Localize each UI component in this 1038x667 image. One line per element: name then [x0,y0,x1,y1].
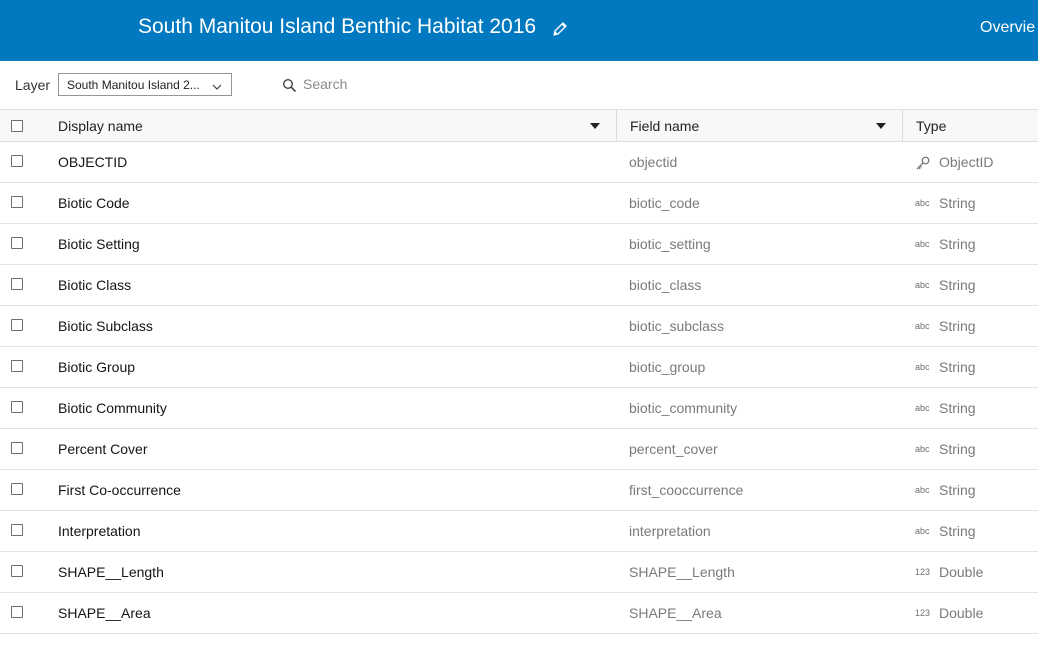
table-row[interactable]: Interpretation interpretation abc String [0,511,1038,552]
string-type-icon: abc [915,362,930,372]
string-type-icon: abc [915,444,930,454]
row-checkbox[interactable] [11,483,23,495]
field-name-cell: biotic_group [629,359,706,375]
display-name-cell[interactable]: Biotic Setting [58,224,140,264]
type-cell: String [939,441,976,457]
table-header: Display name Field name Type [0,109,1038,142]
toolbar: Layer South Manitou Island 2... [0,61,1038,109]
string-type-icon: abc [915,280,930,290]
select-all-checkbox[interactable] [11,120,23,132]
field-name-cell: objectid [629,154,678,170]
display-name-cell[interactable]: OBJECTID [58,142,127,182]
type-cell: String [939,400,976,416]
string-type-icon: abc [915,321,930,331]
layer-label: Layer [15,77,51,93]
fields-table: Display name Field name Type OBJECTID obj… [0,109,1038,634]
row-checkbox[interactable] [11,565,23,577]
table-row[interactable]: Biotic Subclass biotic_subclass abc String [0,306,1038,347]
type-cell: String [939,523,976,539]
number-type-icon: 123 [915,608,931,618]
type-cell: String [939,318,976,334]
display-name-cell[interactable]: Biotic Class [58,265,131,305]
column-divider [616,110,617,142]
field-name-cell: interpretation [629,523,711,539]
table-row[interactable]: SHAPE__Length SHAPE__Length 123 Double [0,552,1038,593]
display-name-cell[interactable]: Biotic Group [58,347,135,387]
row-checkbox[interactable] [11,401,23,413]
string-type-icon: abc [915,198,930,208]
type-cell: String [939,195,976,211]
row-checkbox[interactable] [11,442,23,454]
row-checkbox[interactable] [11,524,23,536]
layer-select[interactable]: South Manitou Island 2... [58,73,232,96]
string-type-icon: abc [915,485,930,495]
row-checkbox[interactable] [11,360,23,372]
chevron-down-icon [212,79,222,90]
table-row[interactable]: Biotic Class biotic_class abc String [0,265,1038,306]
row-checkbox[interactable] [11,606,23,618]
display-name-cell[interactable]: Interpretation [58,511,141,551]
header-type[interactable]: Type [916,110,946,142]
sort-field-name-icon[interactable] [876,123,886,129]
display-name-cell[interactable]: Biotic Community [58,388,167,428]
type-cell: ObjectID [939,154,994,170]
page-title: South Manitou Island Benthic Habitat 201… [138,15,537,38]
string-type-icon: abc [915,239,930,249]
type-cell: Double [939,605,984,621]
type-cell: String [939,277,976,293]
app-header: South Manitou Island Benthic Habitat 201… [0,0,1038,61]
search-input[interactable] [303,72,603,96]
display-name-cell[interactable]: SHAPE__Area [58,593,151,633]
table-row[interactable]: Biotic Code biotic_code abc String [0,183,1038,224]
nav-overview[interactable]: Overvie [980,19,1035,37]
table-row[interactable]: Percent Cover percent_cover abc String [0,429,1038,470]
display-name-cell[interactable]: Biotic Subclass [58,306,153,346]
display-name-cell[interactable]: SHAPE__Length [58,552,164,592]
table-row[interactable]: Biotic Group biotic_group abc String [0,347,1038,388]
field-name-cell: biotic_class [629,277,702,293]
column-divider [902,110,903,142]
field-name-cell: biotic_setting [629,236,711,252]
field-name-cell: first_cooccurrence [629,482,744,498]
row-checkbox[interactable] [11,319,23,331]
field-name-cell: SHAPE__Length [629,564,735,580]
table-row[interactable]: Biotic Community biotic_community abc Strin… [0,388,1038,429]
header-field-name[interactable]: Field name [630,110,699,142]
number-type-icon: 123 [915,567,931,577]
header-display-name[interactable]: Display name [58,110,143,142]
row-checkbox[interactable] [11,155,23,167]
type-cell: String [939,359,976,375]
pencil-icon[interactable] [551,20,569,38]
field-name-cell: SHAPE__Area [629,605,722,621]
type-cell: Double [939,564,984,580]
table-row[interactable]: Biotic Setting biotic_setting abc String [0,224,1038,265]
string-type-icon: abc [915,526,930,536]
table-body: OBJECTID objectid ObjectID Biotic Code bioti… [0,142,1038,634]
type-cell: String [939,482,976,498]
field-name-cell: biotic_subclass [629,318,724,334]
sort-display-name-icon[interactable] [590,123,600,129]
field-name-cell: biotic_code [629,195,700,211]
table-row[interactable]: SHAPE__Area SHAPE__Area 123 Double [0,593,1038,634]
row-checkbox[interactable] [11,278,23,290]
row-checkbox[interactable] [11,237,23,249]
display-name-cell[interactable]: First Co-occurrence [58,470,181,510]
display-name-cell[interactable]: Biotic Code [58,183,130,223]
string-type-icon: abc [915,403,930,413]
layer-select-value: South Manitou Island 2... [67,78,200,92]
row-checkbox[interactable] [11,196,23,208]
field-name-cell: biotic_community [629,400,738,416]
key-icon [915,155,931,171]
search-icon [282,78,297,93]
display-name-cell[interactable]: Percent Cover [58,429,147,469]
table-row[interactable]: OBJECTID objectid ObjectID [0,142,1038,183]
table-row[interactable]: First Co-occurrence first_cooccurrence abc… [0,470,1038,511]
type-cell: String [939,236,976,252]
field-name-cell: percent_cover [629,441,718,457]
